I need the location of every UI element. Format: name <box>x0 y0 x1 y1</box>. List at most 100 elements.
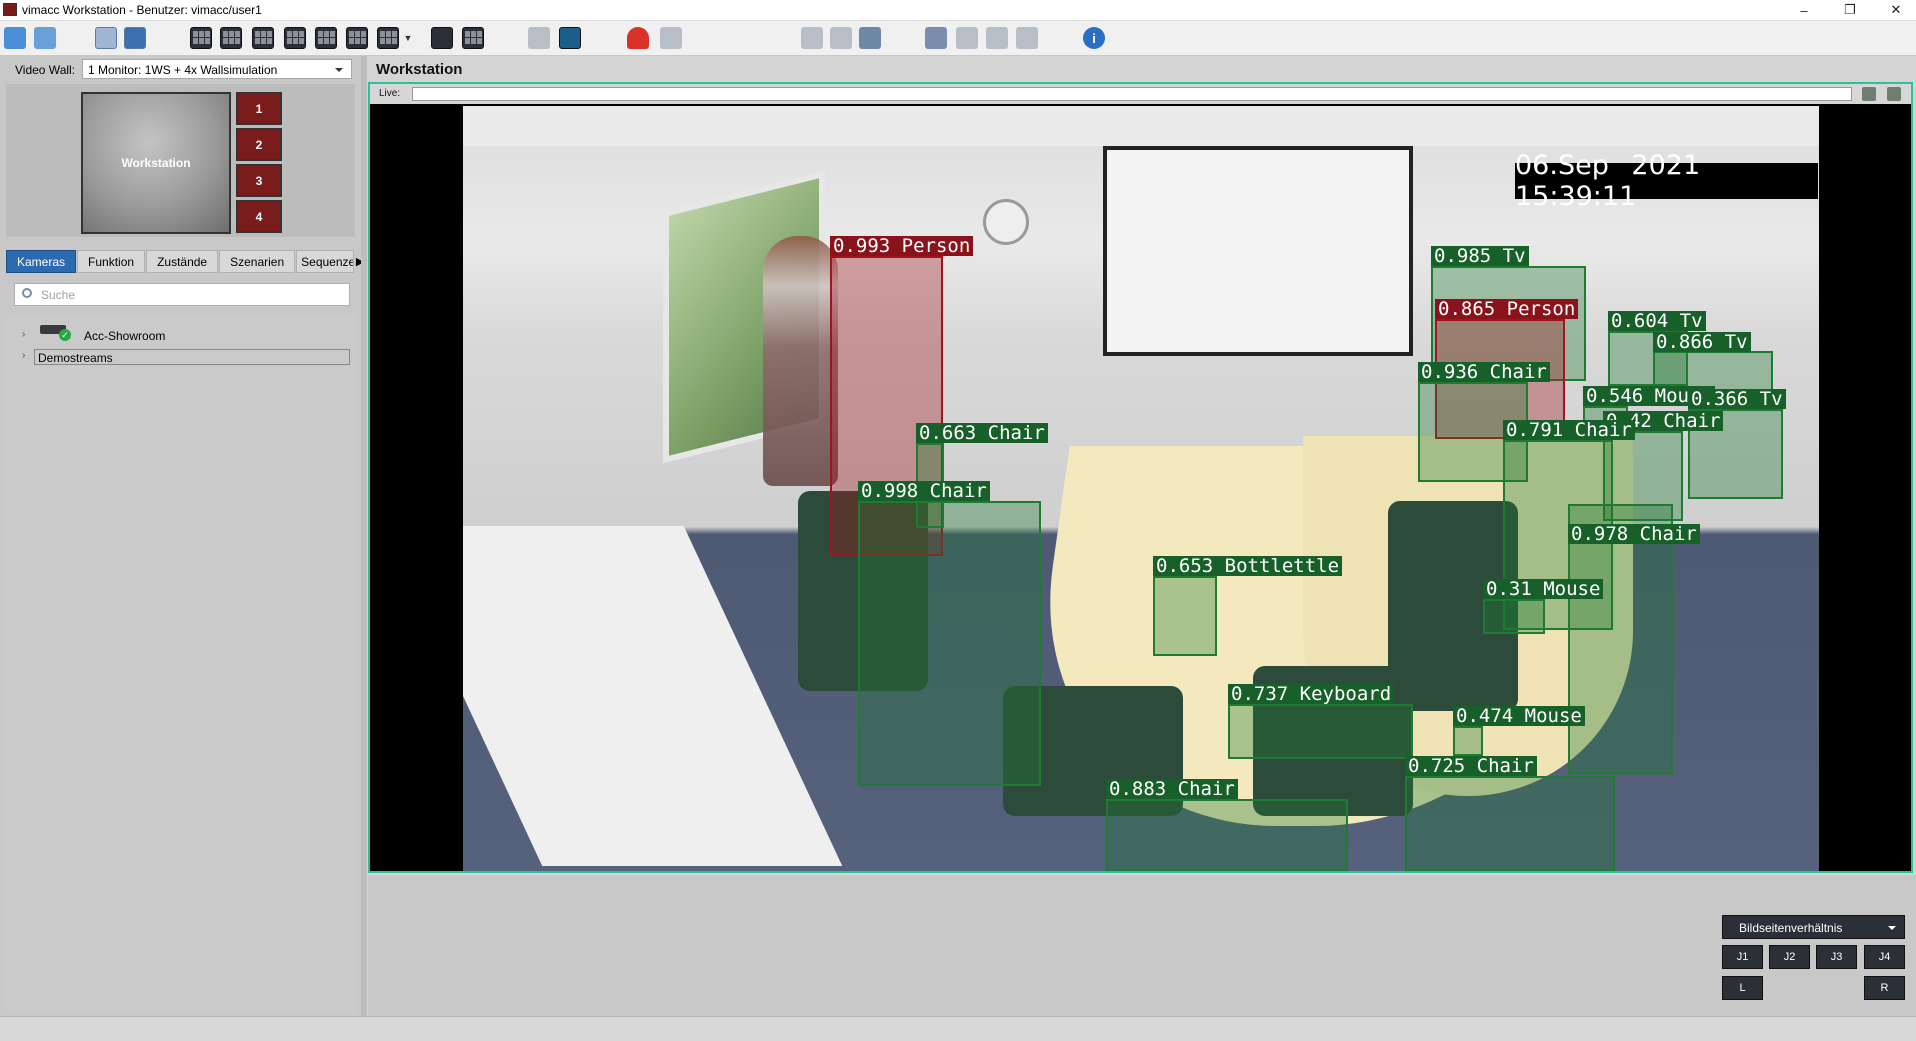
aspect-ratio-label: Bildseitenverhältnis <box>1739 921 1843 935</box>
detection-label: 0.663 Chair <box>916 423 1048 443</box>
video-timestamp: 06.Sep 2021 15:39:11 <box>1515 150 1818 212</box>
tools-icon[interactable] <box>1016 27 1038 49</box>
video-wall-label: Video Wall: <box>15 63 76 77</box>
live-label: Live: <box>379 88 401 99</box>
save-icon[interactable] <box>1887 87 1901 101</box>
stream-settings-icon[interactable] <box>1862 87 1876 101</box>
close-button[interactable]: ✕ <box>1873 0 1916 20</box>
network-icon[interactable] <box>95 27 117 49</box>
l-button[interactable]: L <box>1722 976 1763 1000</box>
layout-3x3-icon[interactable] <box>284 27 306 49</box>
tab-sequenzen[interactable]: Sequenze <box>296 250 355 273</box>
settings-icon[interactable] <box>925 27 947 49</box>
detection-label: 0.993 Person <box>830 236 974 256</box>
video-tile[interactable]: Live: 0.993 Person 0.985 Tv 0.865 Person… <box>368 82 1913 873</box>
detection-label: 0.653 Bottlettle <box>1153 556 1343 576</box>
search-placeholder: Suche <box>41 288 76 302</box>
camera-group-icon[interactable] <box>4 27 26 49</box>
camera-tree <box>6 314 355 1014</box>
detection-label: 0.725 Chair <box>1405 756 1537 776</box>
detection-box <box>1106 799 1348 871</box>
window-title: vimacc Workstation - Benutzer: vimacc/us… <box>22 3 262 17</box>
j3-button[interactable]: J3 <box>1816 945 1857 969</box>
detection-label: 0.998 Chair <box>858 481 990 501</box>
title-bar: vimacc Workstation - Benutzer: vimacc/us… <box>0 0 1916 21</box>
detection-label: 0.978 Chair <box>1568 524 1700 544</box>
minimize-button[interactable]: – <box>1781 0 1827 20</box>
print-icon[interactable] <box>859 27 881 49</box>
bottom-panel <box>368 875 1916 1016</box>
detection-box <box>1228 704 1413 759</box>
monitor-2-button[interactable]: 2 <box>236 128 282 161</box>
live-info-field <box>412 87 1852 101</box>
detection-label: 0.366 Tv <box>1688 389 1786 409</box>
layout-2x2-icon[interactable] <box>220 27 242 49</box>
fullscreen-icon[interactable] <box>559 27 581 49</box>
detection-box <box>1453 726 1483 756</box>
detection-label: 0.883 Chair <box>1106 779 1238 799</box>
layout-1x1-icon[interactable] <box>190 27 212 49</box>
chevron-down-icon <box>335 68 343 72</box>
monitor-icon[interactable] <box>431 27 453 49</box>
tree-item-demostreams[interactable]: Demostreams <box>34 349 350 365</box>
app-logo-icon <box>3 3 17 16</box>
snapshot-icon[interactable] <box>528 27 550 49</box>
monitor-1-button[interactable]: 1 <box>236 92 282 125</box>
detection-label: 0.737 Keyboard <box>1228 684 1395 704</box>
chevron-right-icon[interactable]: › <box>22 350 25 361</box>
layout-3x4-icon[interactable] <box>315 27 337 49</box>
j1-button[interactable]: J1 <box>1722 945 1763 969</box>
display-icon[interactable] <box>830 27 852 49</box>
detection-box <box>1483 599 1545 634</box>
detection-box <box>1405 776 1615 871</box>
workstation-tile[interactable]: Workstation <box>81 92 231 234</box>
page-title: Workstation <box>376 61 463 78</box>
detection-label: 0.866 Tv <box>1653 332 1751 352</box>
left-tabs: Kameras Funktion Zustände Szenarien Sequ… <box>6 250 365 273</box>
chevron-down-icon <box>1888 926 1896 930</box>
detection-box <box>1153 576 1217 656</box>
search-icon[interactable] <box>801 27 823 49</box>
detection-label: 0.936 Chair <box>1418 362 1550 382</box>
chevron-right-icon[interactable]: › <box>22 329 25 340</box>
j4-button[interactable]: J4 <box>1864 945 1905 969</box>
live-bar: Live: <box>370 84 1911 104</box>
video-wall-value: 1 Monitor: 1WS + 4x Wallsimulation <box>88 63 278 77</box>
j2-button[interactable]: J2 <box>1769 945 1810 969</box>
detection-label: 0.31 Mouse <box>1483 579 1604 599</box>
main-header <box>368 56 1916 80</box>
detection-label: 0.985 Tv <box>1431 246 1529 266</box>
r-button[interactable]: R <box>1864 976 1905 1000</box>
monitor-3-button[interactable]: 3 <box>236 164 282 197</box>
video-wall-select[interactable]: 1 Monitor: 1WS + 4x Wallsimulation <box>82 59 352 79</box>
export-icon[interactable] <box>956 27 978 49</box>
tree-item-label: Acc-Showroom <box>84 329 166 343</box>
camera-add-icon[interactable] <box>34 27 56 49</box>
import-icon[interactable] <box>986 27 1008 49</box>
info-icon[interactable]: i <box>1083 27 1105 49</box>
tab-funktion[interactable]: Funktion <box>77 250 146 273</box>
detection-label: 0.474 Mouse <box>1453 706 1585 726</box>
user-remove-icon[interactable] <box>660 27 682 49</box>
layout-2x3-icon[interactable] <box>252 27 274 49</box>
tab-szenarien[interactable]: Szenarien <box>219 250 296 273</box>
tab-kameras[interactable]: Kameras <box>6 250 77 273</box>
alarm-icon[interactable] <box>627 27 649 49</box>
maximize-button[interactable]: ❐ <box>1827 0 1873 20</box>
user-icon[interactable] <box>124 27 146 49</box>
monitor-4-button[interactable]: 4 <box>236 200 282 233</box>
search-icon <box>22 288 32 298</box>
main-toolbar: ▼ i <box>0 21 1916 56</box>
workstation-label: Workstation <box>121 156 191 170</box>
tab-zustaende[interactable]: Zustände <box>146 250 219 273</box>
search-input[interactable]: Suche <box>14 283 350 306</box>
camera-video-stream: 0.993 Person 0.985 Tv 0.865 Person 0.604… <box>463 106 1819 871</box>
grid-icon[interactable] <box>462 27 484 49</box>
panel-splitter[interactable] <box>361 56 367 1016</box>
aspect-ratio-select[interactable]: Bildseitenverhältnis <box>1722 915 1905 939</box>
layout-custom-icon[interactable] <box>377 27 399 49</box>
detection-label: 0.604 Tv <box>1608 311 1706 331</box>
layout-4x4-icon[interactable] <box>346 27 368 49</box>
camera-online-icon: ✓ <box>40 323 71 341</box>
chevron-down-icon[interactable]: ▼ <box>403 27 413 49</box>
